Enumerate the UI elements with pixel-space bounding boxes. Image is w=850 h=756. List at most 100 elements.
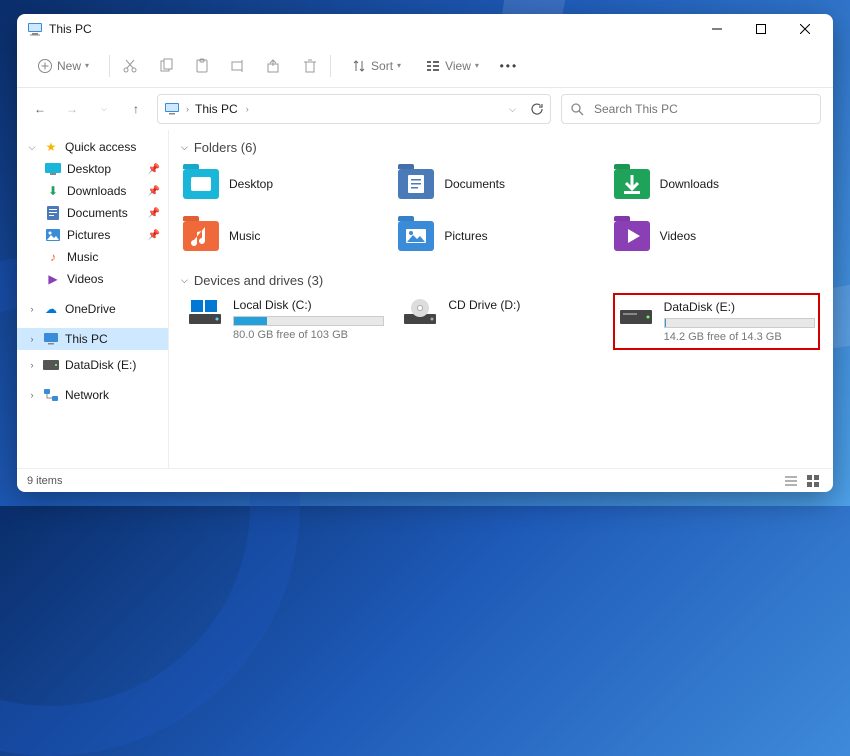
sidebar-item-onedrive[interactable]: › ☁ OneDrive [17,298,168,320]
cut-icon[interactable] [122,58,138,74]
delete-icon[interactable] [302,58,318,74]
sidebar-item-desktop[interactable]: Desktop 📌 [17,158,168,180]
copy-icon[interactable] [158,58,174,74]
search-input[interactable] [592,101,812,117]
share-icon[interactable] [266,58,282,74]
drive-capacity-bar [664,318,815,328]
close-button[interactable] [783,14,827,44]
view-button[interactable]: View ▾ [417,52,487,80]
drive-item[interactable]: DataDisk (E:) 14.2 GB free of 14.3 GB [614,294,819,349]
search-box[interactable] [561,94,821,124]
star-icon: ★ [43,139,59,155]
toolbar: New ▾ Sort ▾ View ▾ ••• [17,44,833,88]
sidebar-item-datadisk[interactable]: › DataDisk (E:) [17,354,168,376]
chevron-down-icon: ⌵ [27,142,37,153]
chevron-down-icon: ▾ [397,61,401,70]
chevron-down-icon: ⌵ [181,142,188,153]
drive-icon [402,298,438,326]
chevron-down-icon: ▾ [85,61,89,70]
this-pc-icon [43,331,59,347]
minimize-button[interactable] [695,14,739,44]
drive-free-text: 14.2 GB free of 14.3 GB [664,331,815,343]
sidebar-item-network[interactable]: › Network [17,384,168,406]
folder-item-pictures[interactable]: Pictures [398,213,603,259]
folder-icon [183,221,219,251]
details-view-button[interactable] [781,472,801,490]
drive-capacity-bar [233,316,384,326]
video-icon: ▶ [45,271,61,287]
sort-button[interactable]: Sort ▾ [343,52,409,80]
folder-item-downloads[interactable]: Downloads [614,161,819,207]
this-pc-icon [164,101,180,117]
sort-icon [351,58,367,74]
drives-group-header[interactable]: ⌵ Devices and drives (3) [181,273,819,288]
folder-label: Music [229,229,260,243]
window-title: This PC [49,22,92,36]
maximize-button[interactable] [739,14,783,44]
sidebar-item-this-pc[interactable]: › This PC [17,328,168,350]
folder-icon [398,169,434,199]
picture-icon [45,227,61,243]
more-icon[interactable]: ••• [501,58,517,74]
folder-icon [614,221,650,251]
chevron-down-icon[interactable]: ⌵ [509,104,516,115]
chevron-right-icon: › [27,334,37,344]
recent-dropdown[interactable]: ⌵ [93,98,115,120]
folder-icon [614,169,650,199]
sidebar-item-pictures[interactable]: Pictures 📌 [17,224,168,246]
content-area: ⌵ Folders (6) Desktop Documents Downloads M… [169,130,833,468]
sidebar-item-videos[interactable]: ▶ Videos [17,268,168,290]
drive-free-text: 80.0 GB free of 103 GB [233,329,384,341]
item-count: 9 items [27,475,62,487]
folder-icon [183,169,219,199]
drive-icon [187,298,223,326]
file-explorer-window: This PC New ▾ Sort ▾ View ▾ ••• [17,14,833,492]
drive-item[interactable]: Local Disk (C:) 80.0 GB free of 103 GB [183,294,388,349]
sidebar-item-music[interactable]: ♪ Music [17,246,168,268]
plus-circle-icon [37,58,53,74]
rename-icon[interactable] [230,58,246,74]
chevron-down-icon: ⌵ [181,275,188,286]
pin-icon: 📌 [148,208,160,219]
forward-button[interactable]: → [61,98,83,120]
address-path[interactable]: › This PC› ⌵ [157,94,551,124]
sidebar-item-quick-access[interactable]: ⌵ ★ Quick access [17,136,168,158]
titlebar[interactable]: This PC [17,14,833,44]
sidebar-item-documents[interactable]: Documents 📌 [17,202,168,224]
sidebar-item-downloads[interactable]: ⬇ Downloads 📌 [17,180,168,202]
folder-label: Downloads [660,177,719,191]
drive-name: CD Drive (D:) [448,298,599,312]
statusbar: 9 items [17,468,833,492]
new-button[interactable]: New ▾ [29,52,97,80]
up-button[interactable]: ↑ [125,98,147,120]
drive-name: Local Disk (C:) [233,298,384,312]
drive-icon [43,357,59,373]
download-icon: ⬇ [45,183,61,199]
chevron-right-icon: › [186,104,189,114]
this-pc-icon [27,21,43,37]
refresh-icon[interactable] [530,102,544,116]
view-icon [425,58,441,74]
document-icon [45,205,61,221]
search-icon [570,102,584,116]
breadcrumb[interactable]: This PC› [195,102,249,116]
folder-icon [398,221,434,251]
drive-name: DataDisk (E:) [664,300,815,314]
folder-item-videos[interactable]: Videos [614,213,819,259]
folder-item-music[interactable]: Music [183,213,388,259]
chevron-right-icon: › [27,390,37,400]
pin-icon: 📌 [148,186,160,197]
pin-icon: 📌 [148,230,160,241]
back-button[interactable]: ← [29,98,51,120]
paste-icon[interactable] [194,58,210,74]
large-icons-view-button[interactable] [803,472,823,490]
chevron-right-icon: › [27,304,37,314]
network-icon [43,387,59,403]
folders-group-header[interactable]: ⌵ Folders (6) [181,140,819,155]
folder-item-desktop[interactable]: Desktop [183,161,388,207]
pin-icon: 📌 [148,164,160,175]
drive-item[interactable]: CD Drive (D:) [398,294,603,349]
folder-label: Documents [444,177,505,191]
folder-item-documents[interactable]: Documents [398,161,603,207]
music-icon: ♪ [45,249,61,265]
